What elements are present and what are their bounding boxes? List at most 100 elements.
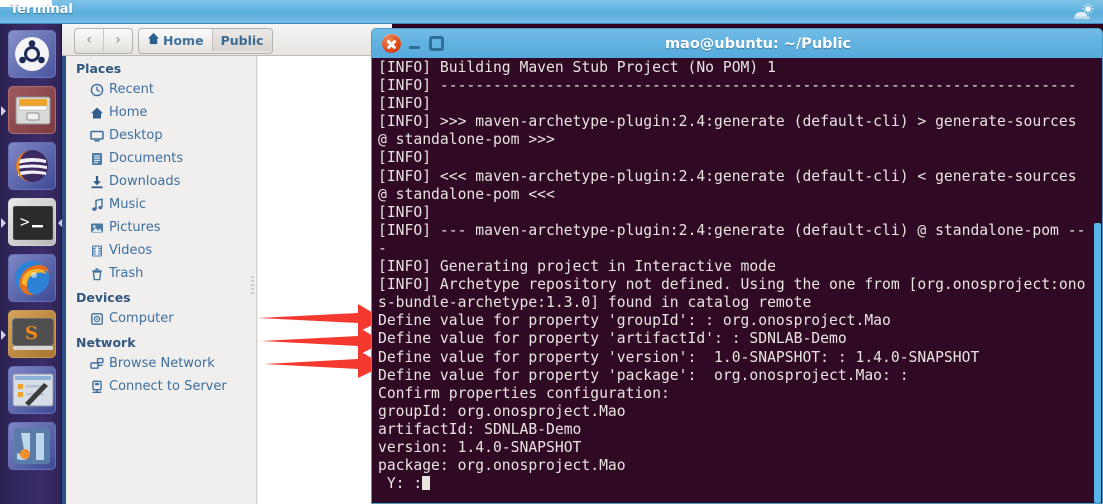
terminal-line: groupId: org.onosproject.Mao [378,402,626,420]
launcher-running-indicator [1,106,6,116]
server-connect-icon [90,380,104,394]
terminal-line: [INFO] --- maven-archetype-plugin:2.4:ge… [378,221,1086,239]
launcher-running-indicator [1,218,6,228]
terminal-line: artifactId: SDNLAB-Demo [378,420,582,438]
forward-button[interactable]: › [104,29,132,51]
sidebar-item-desktop[interactable]: Desktop [62,124,256,147]
sidebar-item-label: Videos [109,243,153,258]
launcher-item-ubuntu-dash-icon[interactable] [8,30,56,78]
sidebar-item-label: Documents [109,151,184,166]
documents-icon [90,152,104,166]
terminal-line: [INFO] [378,95,432,113]
launcher-item-terminal-icon[interactable]: > [1,198,63,246]
arrow-1 [258,304,384,332]
terminal-scrollbar[interactable] [1094,58,1101,503]
video-film-icon [90,244,104,258]
terminal-line: Define value for property 'groupId': : o… [378,312,891,330]
sidebar-item-label: Computer [109,311,174,326]
terminal-output: [INFO] Building Maven Stub Project (No P… [378,59,1096,493]
file-manager-toolbar: ‹ › Home Public [62,24,392,56]
terminal-line: [INFO] <<< maven-archetype-plugin:2.4:ge… [378,167,1077,185]
sidebar-group-network-heading: Network [76,335,136,350]
terminal-line: [INFO] ---------------------------------… [378,77,1077,95]
panel-app-title[interactable]: Terminal [10,2,73,17]
terminal-line: Define value for property 'artifactId': … [378,330,847,348]
annotation-arrows [258,300,388,390]
system-indicator-icon[interactable] [1073,3,1095,21]
clock-icon [90,83,104,97]
home-icon [90,106,104,120]
svg-text:>: > [20,212,30,231]
desktop-icon [90,129,104,143]
terminal-line: [INFO] >>> maven-archetype-plugin:2.4:ge… [378,113,1077,131]
launcher-item-intellij-idea-icon[interactable] [8,422,56,470]
unity-launcher: > S [0,24,63,504]
picture-icon [90,221,104,235]
sidebar-item-label: Pictures [109,220,161,235]
sidebar-item-label: Music [109,197,146,212]
trash-icon [90,267,104,281]
terminal-line: - [378,239,387,257]
terminal-line: Define value for property 'package': org… [378,366,909,384]
breadcrumb-label: Home [163,32,204,48]
terminal-line: [INFO] Archetype repository not defined.… [378,276,1086,294]
home-icon [147,32,160,48]
launcher-item-screenshot-tool-icon[interactable] [8,366,56,414]
sidebar-item-recent[interactable]: Recent [62,78,256,101]
terminal-line: @ standalone-pom <<< [378,185,555,203]
svg-text:S: S [25,323,38,344]
terminal-line: [INFO] Building Maven Stub Project (No P… [378,59,776,76]
sidebar-splitter-handle[interactable] [251,274,256,300]
sidebar-item-computer[interactable]: Computer [62,307,256,330]
file-manager-window: ‹ › Home Public Places Recent Home Deskt… [62,24,392,504]
breadcrumb-item-home[interactable]: Home [139,29,212,51]
terminal-body[interactable]: [INFO] Building Maven Stub Project (No P… [371,58,1103,504]
sidebar-item-label: Browse Network [109,356,215,371]
sidebar-item-documents[interactable]: Documents [62,147,256,170]
sidebar-item-home[interactable]: Home [62,101,256,124]
sidebar-item-label: Downloads [109,174,181,189]
sidebar-item-videos[interactable]: Videos [62,239,256,262]
launcher-item-eclipse-icon[interactable] [8,142,56,190]
launcher-item-firefox-icon[interactable] [8,254,56,302]
breadcrumb-item-public[interactable]: Public [211,29,272,51]
terminal-line: s-bundle-archetype:1.3.0] found in catal… [378,294,812,312]
terminal-window: mao@ubuntu: ~/Public [INFO] Building Mav… [371,28,1103,504]
terminal-line: version: 1.4.0-SNAPSHOT [378,438,582,456]
navigation-buttons: ‹ › [74,28,133,54]
computer-drive-icon [90,312,104,326]
terminal-cursor [422,476,431,491]
arrow-2 [261,327,384,355]
sidebar-group-places-heading: Places [76,61,122,76]
arrow-3 [264,350,384,378]
back-button[interactable]: ‹ [75,29,104,51]
sidebar-item-label: Recent [109,82,154,97]
download-icon [90,175,104,189]
sidebar-item-browse-network[interactable]: Browse Network [62,352,256,375]
terminal-line: Confirm properties configuration: [378,384,670,402]
sidebar-group-devices-heading: Devices [76,290,131,305]
terminal-line: @ standalone-pom >>> [378,131,555,149]
breadcrumb: Home Public [138,28,273,54]
sidebar-item-downloads[interactable]: Downloads [62,170,256,193]
music-note-icon [90,197,104,212]
sidebar-item-connect-to-server[interactable]: Connect to Server [62,375,256,398]
terminal-title: mao@ubuntu: ~/Public [664,36,852,52]
sidebar-edge-accent [62,56,66,504]
network-browse-icon [90,357,104,371]
sidebar-item-trash[interactable]: Trash [62,262,256,285]
sidebar-item-music[interactable]: Music [62,193,256,216]
sidebar-item-pictures[interactable]: Pictures [62,216,256,239]
terminal-line: package: org.onosproject.Mao [378,457,626,475]
sidebar-item-label: Home [109,105,148,120]
launcher-item-files-nautilus-icon[interactable] [1,86,56,134]
terminal-titlebar[interactable]: mao@ubuntu: ~/Public [371,28,1103,58]
terminal-line: [INFO] [378,203,432,221]
top-panel: Terminal [0,0,1103,24]
sidebar-item-label: Desktop [109,128,163,143]
terminal-line: Define value for property 'version': 1.0… [378,348,980,366]
launcher-item-sublime-text-icon[interactable]: S [1,310,56,358]
file-manager-sidebar: Places Recent Home Desktop Documents Dow… [62,56,257,504]
sidebar-item-label: Connect to Server [109,379,227,394]
sidebar-item-label: Trash [109,266,144,281]
